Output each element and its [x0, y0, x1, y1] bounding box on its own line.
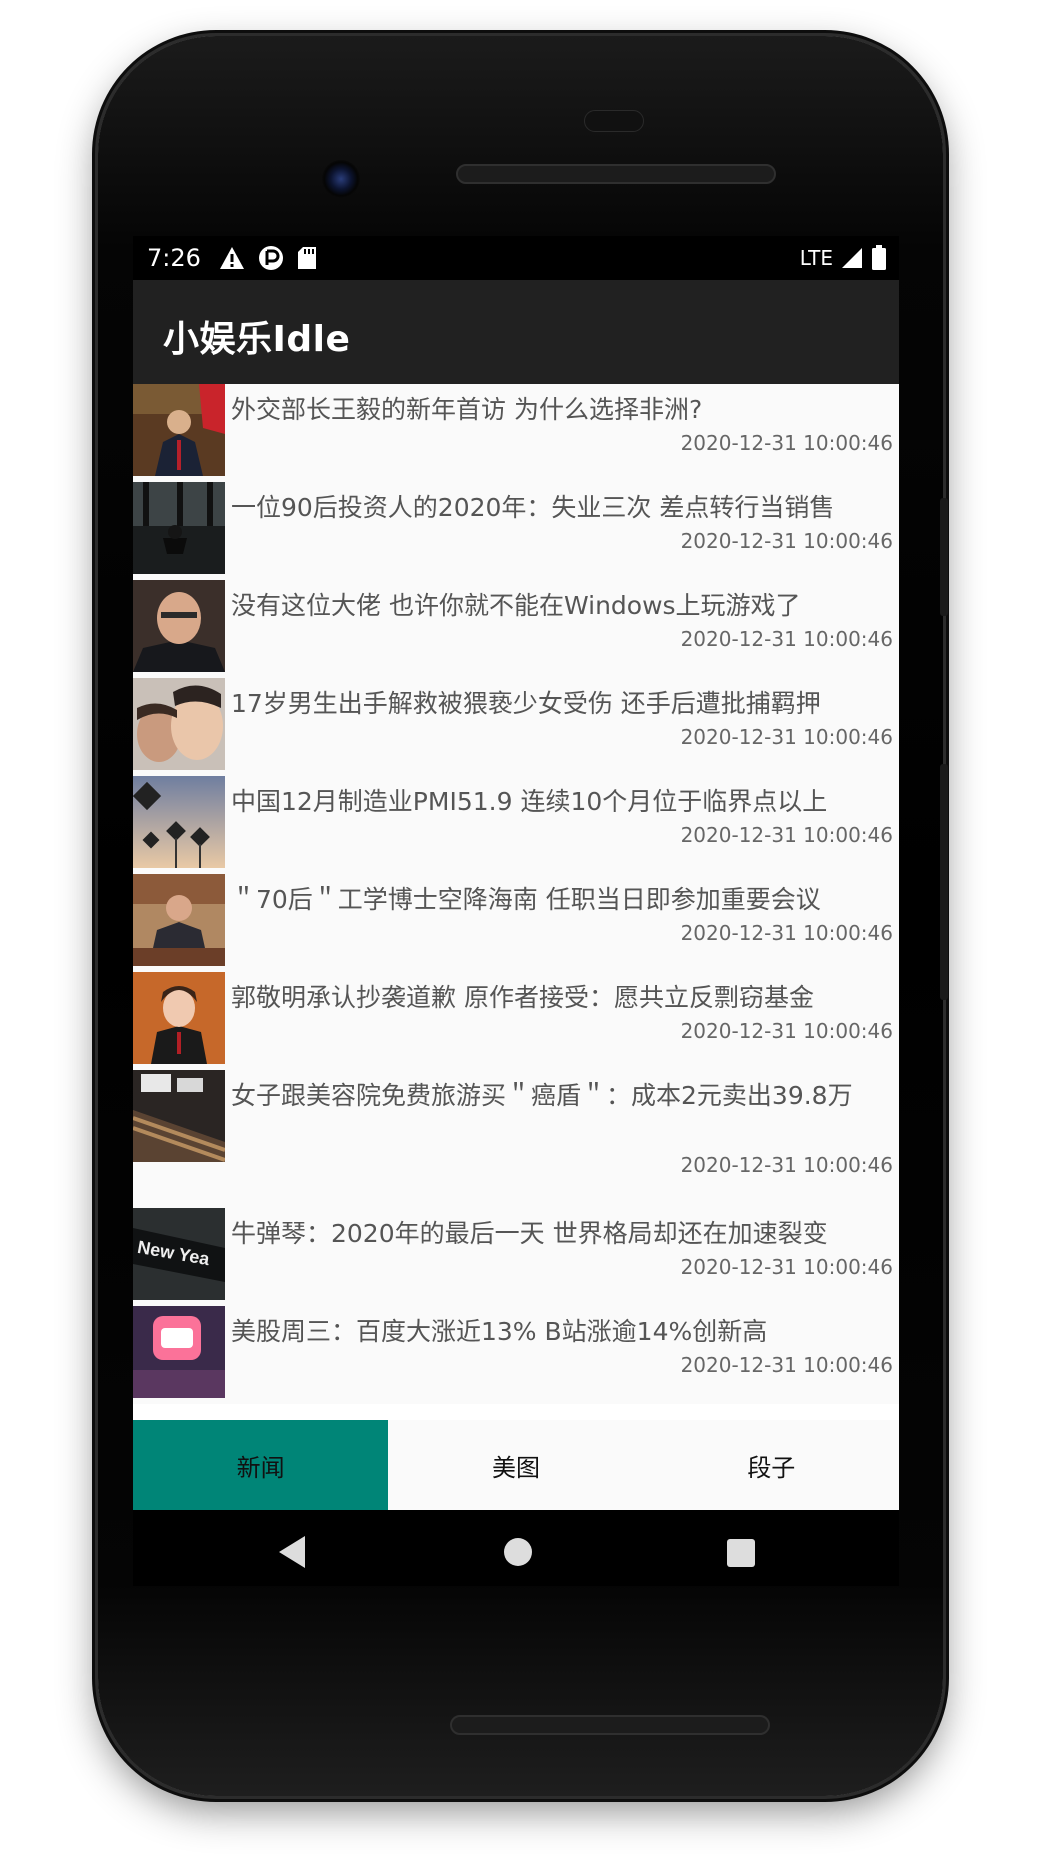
thumb-image [133, 1070, 225, 1162]
news-time: 2020-12-31 10:00:46 [680, 431, 893, 455]
status-right: LTE [800, 245, 887, 271]
news-item[interactable]: 外交部长王毅的新年首访 为什么选择非洲? 2020-12-31 10:00:46 [133, 384, 899, 482]
thumb-image [133, 678, 225, 770]
news-title: 郭敬明承认抄袭道歉 原作者接受：愿共立反剽窃基金 [231, 983, 814, 1012]
news-title: 17岁男生出手解救被猥亵少女受伤 还手后遭批捕羁押 [231, 689, 821, 718]
news-title: 中国12月制造业PMI51.9 连续10个月位于临界点以上 [231, 787, 828, 816]
news-item[interactable]: ＂70后＂工学博士空降海南 任职当日即参加重要会议 2020-12-31 10:… [133, 874, 899, 972]
news-title: 外交部长王毅的新年首访 为什么选择非洲? [231, 395, 703, 424]
news-time: 2020-12-31 10:00:46 [680, 1255, 893, 1279]
news-time: 2020-12-31 10:00:46 [680, 529, 893, 553]
top-speaker [456, 164, 776, 184]
app-title: 小娱乐Idle [163, 319, 351, 360]
signal-icon [842, 248, 862, 268]
power-button [940, 498, 948, 616]
news-list[interactable]: 外交部长王毅的新年首访 为什么选择非洲? 2020-12-31 10:00:46 [133, 384, 899, 1420]
news-item[interactable]: 女子跟美容院免费旅游买＂癌盾＂：成本2元卖出39.8万 2020-12-31 1… [133, 1070, 899, 1208]
system-nav-bar [133, 1510, 899, 1586]
news-item[interactable]: New Yea 牛弹琴：2020年的最后一天 世界格局却还在加速裂变 2020-… [133, 1208, 899, 1306]
tab-pictures[interactable]: 美图 [388, 1420, 643, 1510]
network-label: LTE [799, 246, 833, 270]
thumb-image [133, 874, 225, 966]
news-title: ＂70后＂工学博士空降海南 任职当日即参加重要会议 [231, 885, 821, 914]
screen: 7:26 LTE 小娱乐Idle 外交部长王毅的新年首访 为什么选择非洲? 20… [133, 236, 899, 1586]
news-item[interactable]: 郭敬明承认抄袭道歉 原作者接受：愿共立反剽窃基金 2020-12-31 10:0… [133, 972, 899, 1070]
news-item[interactable]: 17岁男生出手解救被猥亵少女受伤 还手后遭批捕羁押 2020-12-31 10:… [133, 678, 899, 776]
news-item[interactable]: 一位90后投资人的2020年：失业三次 差点转行当销售 2020-12-31 1… [133, 482, 899, 580]
device-frame: 7:26 LTE 小娱乐Idle 外交部长王毅的新年首访 为什么选择非洲? 20… [0, 0, 1040, 1864]
back-icon[interactable] [279, 1536, 305, 1568]
earpiece [584, 110, 644, 132]
news-item[interactable]: 中国12月制造业PMI51.9 连续10个月位于临界点以上 2020-12-31… [133, 776, 899, 874]
sd-card-icon [298, 247, 316, 269]
news-title: 牛弹琴：2020年的最后一天 世界格局却还在加速裂变 [231, 1219, 828, 1248]
battery-icon [872, 245, 886, 270]
thumb-image: New Yea [133, 1208, 225, 1300]
news-time: 2020-12-31 10:00:46 [680, 1153, 893, 1177]
thumb-image [133, 580, 225, 672]
status-time: 7:26 [147, 244, 201, 272]
news-title: 没有这位大佬 也许你就不能在Windows上玩游戏了 [231, 591, 801, 620]
news-item[interactable]: 没有这位大佬 也许你就不能在Windows上玩游戏了 2020-12-31 10… [133, 580, 899, 678]
news-title: 女子跟美容院免费旅游买＂癌盾＂：成本2元卖出39.8万 [231, 1081, 853, 1110]
news-time: 2020-12-31 10:00:46 [680, 725, 893, 749]
app-bar: 小娱乐Idle [133, 280, 899, 384]
data-saver-icon [259, 246, 283, 270]
news-time: 2020-12-31 10:00:46 [680, 1353, 893, 1377]
bottom-tabs: 新闻 美图 段子 [133, 1420, 899, 1510]
news-title: 美股周三：百度大涨近13% B站涨逾14%创新高 [231, 1317, 768, 1346]
news-time: 2020-12-31 10:00:46 [680, 823, 893, 847]
recent-apps-icon[interactable] [727, 1539, 755, 1567]
home-icon[interactable] [504, 1538, 532, 1566]
news-time: 2020-12-31 10:00:46 [680, 627, 893, 651]
thumb-image [133, 384, 225, 476]
thumb-image [133, 776, 225, 868]
news-item[interactable]: 美股周三：百度大涨近13% B站涨逾14%创新高 2020-12-31 10:0… [133, 1306, 899, 1404]
bottom-speaker [450, 1715, 770, 1735]
front-camera [322, 160, 360, 198]
thumb-image [133, 482, 225, 574]
thumb-image [133, 972, 225, 1064]
news-time: 2020-12-31 10:00:46 [680, 1019, 893, 1043]
tab-news[interactable]: 新闻 [133, 1420, 389, 1510]
thumb-image [133, 1306, 225, 1398]
notification-icons [219, 245, 317, 271]
volume-button [940, 764, 948, 1000]
news-title: 一位90后投资人的2020年：失业三次 差点转行当销售 [231, 493, 835, 522]
tab-jokes[interactable]: 段子 [644, 1420, 899, 1510]
warning-icon [220, 247, 244, 269]
news-time: 2020-12-31 10:00:46 [680, 921, 893, 945]
status-bar: 7:26 LTE [133, 236, 899, 280]
